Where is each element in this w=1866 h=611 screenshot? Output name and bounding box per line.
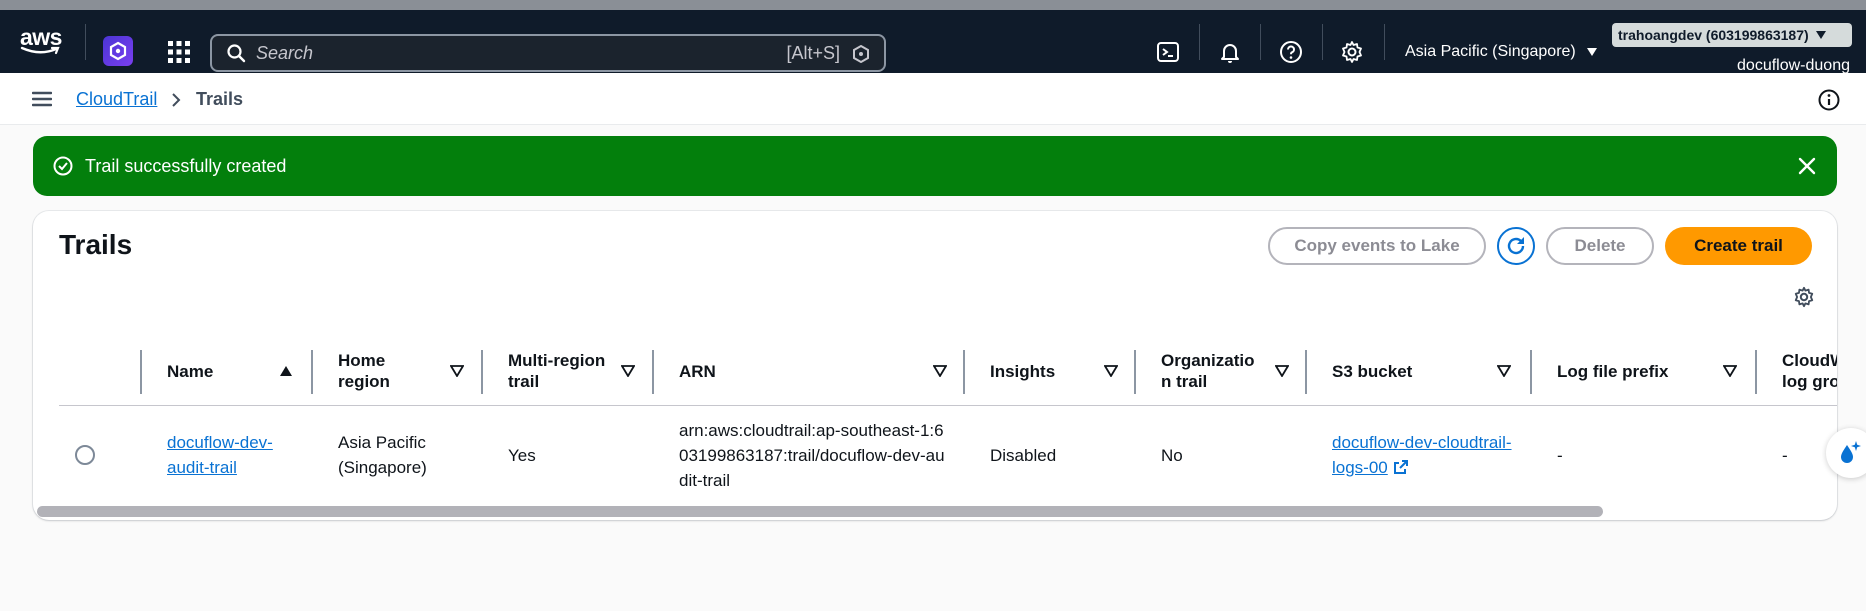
sort-caret-icon	[1275, 365, 1289, 377]
search-icon	[227, 44, 246, 63]
column-header-label: Log file prefix	[1557, 361, 1669, 381]
column-divider[interactable]	[652, 350, 654, 394]
breadcrumb-cloudtrail-link[interactable]: CloudTrail	[76, 89, 157, 110]
s3-bucket-link[interactable]: docuflow-dev-cloudtrail-logs-00	[1332, 433, 1512, 477]
notifications-bell-icon[interactable]	[1218, 40, 1242, 64]
column-divider[interactable]	[1755, 350, 1757, 394]
column-header-label: Organization trail	[1161, 351, 1255, 391]
column-header-log-file-prefix[interactable]: Log file prefix	[1557, 336, 1737, 406]
column-divider[interactable]	[140, 350, 142, 394]
column-divider[interactable]	[963, 350, 965, 394]
divider	[1199, 24, 1200, 60]
close-icon[interactable]	[1797, 156, 1817, 176]
column-header-label: ARN	[679, 361, 716, 381]
caret-down-icon	[1815, 31, 1826, 39]
help-icon[interactable]	[1279, 40, 1303, 64]
divider	[1322, 24, 1323, 60]
divider	[85, 24, 86, 60]
column-header-label: Name	[167, 361, 214, 381]
amazon-q-search-icon[interactable]	[852, 45, 870, 63]
column-divider[interactable]	[311, 350, 313, 394]
account-menu[interactable]: trahoangdev (603199863187)	[1612, 23, 1852, 47]
sort-caret-icon	[450, 365, 464, 377]
sort-caret-icon	[621, 365, 635, 377]
sort-caret-icon	[1723, 365, 1737, 377]
aws-logo[interactable]: aws	[20, 26, 68, 60]
row-select-radio[interactable]	[75, 445, 95, 465]
column-header-label: Multi-region trail	[508, 351, 606, 391]
region-label: Asia Pacific (Singapore)	[1405, 43, 1576, 60]
cell-insights: Disabled	[990, 445, 1057, 465]
divider	[1384, 24, 1385, 60]
column-divider[interactable]	[481, 350, 483, 394]
chevron-right-icon	[172, 93, 181, 107]
column-divider[interactable]	[1134, 350, 1136, 394]
column-header-multi-region[interactable]: Multi-region trail	[508, 336, 638, 406]
cell-organization-trail: No	[1161, 445, 1183, 465]
flash-message: Trail successfully created	[85, 155, 287, 176]
column-header-organization-trail[interactable]: Organization trail	[1161, 336, 1291, 406]
column-header-home-region[interactable]: Home region	[338, 336, 468, 406]
sort-ascending-icon	[280, 366, 292, 376]
sparkle-droplet-icon	[1841, 441, 1861, 463]
column-header-insights[interactable]: Insights	[990, 336, 1120, 406]
search-input[interactable]	[256, 42, 776, 64]
column-header-label: Home region	[338, 351, 390, 391]
column-header-name[interactable]: Name	[167, 336, 297, 406]
column-header-s3-bucket[interactable]: S3 bucket	[1332, 336, 1512, 406]
refresh-button[interactable]	[1497, 227, 1535, 265]
top-navigation-bar: aws [Alt+S] Asia Pacific (Singapore) tra…	[0, 10, 1866, 74]
trails-title: Trails	[59, 229, 133, 260]
cell-multi-region: Yes	[508, 445, 536, 465]
external-link-icon[interactable]	[1393, 459, 1409, 475]
settings-gear-icon[interactable]	[1340, 40, 1364, 64]
success-flash-banner: Trail successfully created	[33, 136, 1837, 196]
horizontal-scrollbar-thumb[interactable]	[37, 506, 1603, 517]
cell-home-region: Asia Pacific (Singapore)	[338, 433, 427, 477]
breadcrumb-bar: CloudTrail Trails	[0, 73, 1866, 125]
caret-down-icon	[1586, 48, 1597, 56]
cloudshell-icon[interactable]	[1156, 40, 1180, 64]
services-grid-icon[interactable]	[167, 40, 191, 64]
trail-name-link[interactable]: docuflow-dev-audit-trail	[167, 430, 297, 480]
cell-arn: arn:aws:cloudtrail:ap-southeast-1:603199…	[679, 420, 945, 490]
amazon-q-icon[interactable]	[103, 36, 133, 66]
refresh-icon	[1507, 237, 1525, 255]
success-check-icon	[53, 156, 73, 176]
menu-hamburger-icon[interactable]	[32, 91, 52, 107]
search-bar[interactable]: [Alt+S]	[210, 34, 886, 72]
cell-s3-bucket: docuflow-dev-cloudtrail-logs-00	[1332, 407, 1512, 503]
create-trail-button[interactable]: Create trail	[1665, 227, 1812, 265]
aws-logo-text: aws	[20, 24, 62, 50]
column-header-label: CloudWatch log group	[1782, 351, 1837, 391]
info-icon[interactable]	[1818, 89, 1840, 111]
divider	[1260, 24, 1261, 60]
sort-caret-icon	[933, 365, 947, 377]
account-label: trahoangdev (603199863187)	[1618, 27, 1809, 43]
column-header-arn[interactable]: ARN	[679, 336, 969, 406]
column-divider[interactable]	[1530, 350, 1532, 394]
column-divider[interactable]	[1305, 350, 1307, 394]
column-header-label: S3 bucket	[1332, 361, 1413, 381]
breadcrumb-current: Trails	[196, 89, 244, 109]
sort-caret-icon	[1497, 365, 1511, 377]
copy-events-to-lake-button[interactable]: Copy events to Lake	[1268, 227, 1486, 265]
sort-caret-icon	[1104, 365, 1118, 377]
search-shortcut: [Alt+S]	[786, 43, 840, 63]
cell-log-file-prefix: -	[1557, 445, 1563, 465]
delete-button[interactable]: Delete	[1546, 227, 1654, 265]
top-strip	[0, 0, 1866, 10]
trails-table-container: Trails Copy events to Lake Delete Create…	[33, 211, 1837, 520]
table-preferences-gear-icon[interactable]	[1793, 286, 1815, 308]
table-header: Name Home region Multi-region trail ARN …	[59, 336, 1837, 406]
region-selector[interactable]: Asia Pacific (Singapore)	[1405, 43, 1598, 61]
table-row[interactable]: docuflow-dev-audit-trail Asia Pacific (S…	[59, 407, 1837, 503]
cell-name: docuflow-dev-audit-trail	[167, 407, 297, 503]
column-header-cloudwatch-log-group[interactable]: CloudWatch log group	[1782, 336, 1837, 406]
column-header-label: Insights	[990, 361, 1056, 381]
